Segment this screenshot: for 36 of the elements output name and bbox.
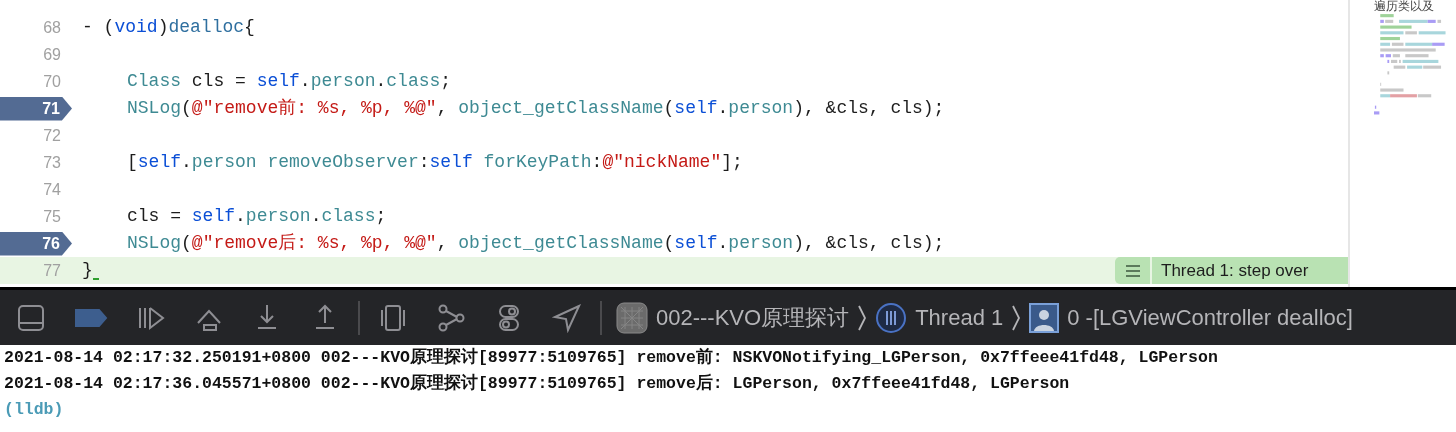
code-line: [self.person removeObserver:self forKeyPath:@"nickName"];: [126, 151, 743, 174]
console-output-line: 2021-08-14 02:17:32.250191+0800 002---KVO原理探讨[89977:5109765] remove前: NSKVONotifying_LGPerson, 0x7ffeee41fd48, LGPerson: [4, 346, 1219, 369]
code-line: NSLog(@"remove前: %s, %p, %@", object_getClassName(self.person), &cls, cls);: [126, 97, 945, 120]
line-number: 69: [42, 44, 61, 65]
view-hierarchy-icon[interactable]: [378, 302, 408, 333]
chevron-icon: [1011, 303, 1022, 332]
line-number: 74: [42, 179, 61, 200]
code-line: }: [82, 259, 93, 282]
chevron-icon: [857, 303, 868, 332]
thread-icon[interactable]: [875, 301, 908, 334]
minimap-title: 遍历类以及: [1374, 0, 1435, 13]
cursor: [92, 278, 99, 280]
line-number: 73: [42, 152, 61, 173]
line-number: 72: [42, 125, 61, 146]
person-icon[interactable]: [1029, 302, 1060, 333]
breadcrumb-item[interactable]: 0 -[LGViewController dealloc]: [1067, 301, 1353, 334]
line-number: 68: [42, 17, 61, 38]
code-line: NSLog(@"remove后: %s, %p, %@", object_getClassName(self.person), &cls, cls);: [126, 232, 945, 255]
breadcrumb-item[interactable]: Thread 1: [915, 301, 1004, 334]
location-icon[interactable]: [552, 302, 582, 333]
console-prompt: (lldb): [4, 399, 65, 421]
breakpoint-marker[interactable]: 76: [0, 231, 72, 256]
app-icon[interactable]: [616, 301, 648, 334]
annotation-menu-icon[interactable]: [1115, 257, 1150, 284]
line-number: 75: [42, 206, 61, 227]
breadcrumb-item[interactable]: 002---KVO原理探讨: [656, 301, 850, 334]
console-output-line: 2021-08-14 02:17:36.045571+0800 002---KVO原理探讨[89977:5109765] remove后: LGPerson, 0x7ffeee41fd48, LGPerson: [4, 372, 1071, 395]
share-graph-icon[interactable]: [436, 302, 466, 333]
code-line: - (void)dealloc{: [82, 16, 255, 39]
line-number: 70: [42, 71, 61, 92]
thread-annotation: Thread 1: step over: [1152, 257, 1348, 284]
debug-area-icon[interactable]: [16, 302, 46, 333]
line-number: 77: [42, 260, 61, 281]
code-line: Class cls = self.person.class;: [126, 70, 452, 93]
breakpoint-marker[interactable]: 71: [0, 96, 72, 121]
code-line: cls = self.person.class;: [126, 205, 387, 228]
